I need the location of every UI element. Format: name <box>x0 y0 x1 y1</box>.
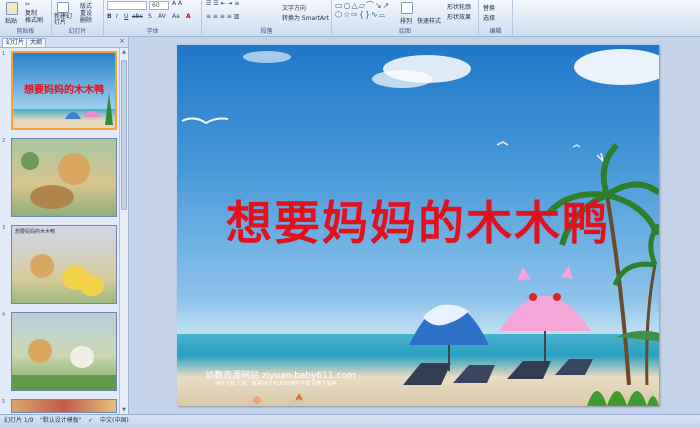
slide-number: 3 <box>2 225 6 231</box>
font-color-button[interactable]: A <box>186 13 191 20</box>
replace-button[interactable]: 替换 <box>483 3 495 12</box>
strikethrough-button[interactable]: abc <box>132 13 143 20</box>
slide-thumbnail <box>11 138 117 217</box>
quick-styles-button[interactable]: 快速样式 <box>417 16 441 25</box>
grow-font-icon[interactable]: A A <box>172 0 182 7</box>
thumb-art <box>65 93 113 125</box>
language-indicator[interactable]: 中文(中国) <box>100 415 129 427</box>
font-name-select[interactable] <box>107 1 147 10</box>
underline-button[interactable]: U <box>124 13 128 20</box>
ribbon: 粘贴 ✂ 复制 格式刷 剪贴板 新建幻灯片 版式 重设 删除 幻灯片 60 A … <box>0 0 700 37</box>
close-panel-icon[interactable]: × <box>119 37 125 45</box>
italic-button[interactable]: I <box>116 13 118 20</box>
slide-thumbnail <box>11 399 117 413</box>
slide-number: 1 <box>2 51 6 57</box>
arrange-icon[interactable] <box>401 2 413 14</box>
slides-group-label: 幻灯片 <box>68 28 87 35</box>
font-size-select[interactable]: 60 <box>149 1 169 10</box>
shapes-gallery-row2[interactable]: ⬡☆⇨{}∿⌓ <box>335 10 386 20</box>
drawing-group: ▭○△▱⌒↘↗ ⬡☆⇨{}∿⌓ 排列 快速样式 形状轮廓 形状效果 绘图 <box>332 0 479 36</box>
format-painter-button[interactable]: 格式刷 <box>25 15 43 24</box>
thumb-art <box>30 254 104 296</box>
thumb-art <box>21 152 90 209</box>
align-icons[interactable]: ≡ ≡ ≡ ≡ ▥ <box>206 13 239 20</box>
tab-outline[interactable]: 大纲 <box>26 38 47 47</box>
change-case-button[interactable]: Aa <box>172 13 180 20</box>
cut-button[interactable]: ✂ <box>25 1 30 8</box>
paste-icon[interactable] <box>6 2 18 15</box>
spellcheck-icon[interactable]: ✓ <box>88 415 93 427</box>
convert-smartart-button[interactable]: 转换为 SmartArt <box>282 13 329 22</box>
font-group: 60 A A B I U abc S AV Aa A 字体 <box>104 0 202 36</box>
panel-tabs: 幻灯片 大纲 × <box>0 37 128 48</box>
slide-thumbnail: 想要妈妈的木木鸭 <box>11 225 117 304</box>
spacing-button[interactable]: AV <box>158 13 166 20</box>
slide-number: 2 <box>2 138 6 144</box>
arrange-button[interactable]: 排列 <box>400 16 412 25</box>
bullets-icon[interactable]: ☰ ☰ ⇤ ⇥ ≡ <box>206 0 239 7</box>
shape-effects-button[interactable]: 形状效果 <box>447 12 471 21</box>
tab-slides[interactable]: 幻灯片 <box>2 38 29 47</box>
slides-panel: 幻灯片 大纲 × 1 想要妈妈的木木鸭 2 3 想要妈妈的木木鸭 4 5 ▲ ▼ <box>0 37 129 414</box>
panel-scrollbar[interactable]: ▲ ▼ <box>119 48 128 414</box>
paragraph-group: ☰ ☰ ⇤ ⇥ ≡ 文字方向 ≡ ≡ ≡ ≡ ▥ 转换为 SmartArt 段落 <box>202 0 332 36</box>
slide-number: 4 <box>2 312 6 318</box>
bold-button[interactable]: B <box>107 13 112 20</box>
font-group-label: 字体 <box>146 28 159 35</box>
clipboard-group: 粘贴 ✂ 复制 格式刷 剪贴板 <box>0 0 52 36</box>
thumb-art <box>12 339 116 390</box>
new-slide-button[interactable]: 新建幻灯片 <box>54 14 76 26</box>
text-direction-button[interactable]: 文字方向 <box>282 3 306 12</box>
slide-title[interactable]: 想要妈妈的木木鸭 <box>177 187 659 253</box>
current-slide[interactable]: 想要妈妈的木木鸭 幼教资源网站 ziyuan.baby611.com 课件下载 … <box>177 45 659 406</box>
scroll-up-icon[interactable]: ▲ <box>120 48 128 56</box>
status-bar: 幻灯片 1/9 "默认设计模板" ✓ 中文(中国) <box>0 414 700 428</box>
paragraph-group-label: 段落 <box>260 28 273 35</box>
slides-group: 新建幻灯片 版式 重设 删除 幻灯片 <box>52 0 104 36</box>
scrollbar-thumb[interactable] <box>121 60 127 210</box>
editing-group: 替换 选择 编辑 <box>479 0 513 36</box>
delete-button[interactable]: 删除 <box>80 15 92 24</box>
drawing-group-label: 绘图 <box>398 28 411 35</box>
slide-counter: 幻灯片 1/9 <box>4 417 34 424</box>
slide-thumbnail: 想要妈妈的木木鸭 <box>11 51 117 130</box>
slide-editing-area: 想要妈妈的木木鸭 幼教资源网站 ziyuan.baby611.com 课件下载 … <box>129 37 700 414</box>
theme-name[interactable]: "默认设计模板" <box>40 415 82 427</box>
slide-number: 5 <box>2 399 6 405</box>
select-button[interactable]: 选择 <box>483 13 495 22</box>
new-slide-icon[interactable] <box>57 2 69 13</box>
paste-button[interactable]: 粘贴 <box>5 16 17 25</box>
shape-outline-button[interactable]: 形状轮廓 <box>447 2 471 11</box>
clipboard-group-label: 剪贴板 <box>16 28 35 35</box>
site-subtext: 课件下载 儿歌、故事MP3 FLASH课件下载 试卷下载等 <box>215 381 337 387</box>
scroll-down-icon[interactable]: ▼ <box>120 406 128 414</box>
slide-thumbnail <box>11 312 117 391</box>
shadow-button[interactable]: S <box>148 13 152 20</box>
editing-group-label: 编辑 <box>489 28 502 35</box>
